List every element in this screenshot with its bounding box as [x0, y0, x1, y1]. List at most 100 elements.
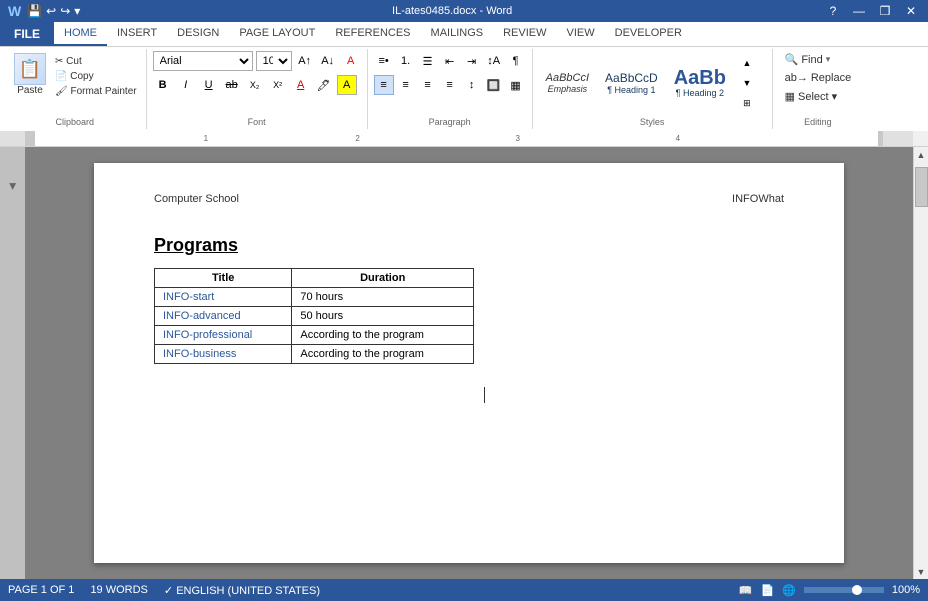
font-family-select[interactable]: Arial	[153, 51, 253, 71]
read-mode-btn[interactable]: 📖	[739, 584, 753, 597]
close-btn[interactable]: ✕	[902, 4, 920, 18]
bold-button[interactable]: B	[153, 75, 173, 95]
col-header-duration: Duration	[292, 269, 474, 288]
clear-format-btn[interactable]: A	[341, 51, 361, 71]
minimize-btn[interactable]: —	[850, 4, 868, 18]
increase-indent-btn[interactable]: ⇥	[462, 51, 482, 71]
tab-design[interactable]: DESIGN	[167, 22, 229, 46]
tab-view[interactable]: VIEW	[557, 22, 605, 46]
font-size-select[interactable]: 10	[256, 51, 292, 71]
tab-page-layout[interactable]: PAGE LAYOUT	[229, 22, 325, 46]
format-painter-button[interactable]: 🖌 Format Painter	[52, 85, 140, 98]
table-cell-duration: 50 hours	[292, 307, 474, 326]
program-link[interactable]: INFO-start	[163, 291, 214, 303]
document-area: ◀ Computer School INFOWhat Programs Titl…	[0, 147, 928, 579]
scroll-up-btn[interactable]: ▲	[914, 147, 928, 162]
table-cell-title: INFO-advanced	[155, 307, 292, 326]
style-heading2[interactable]: AaBb ¶ Heading 2	[667, 63, 733, 103]
font-label: Font	[153, 115, 361, 127]
table-cell-duration: According to the program	[292, 326, 474, 345]
decrease-font-btn[interactable]: A↓	[318, 51, 338, 71]
align-left-btn[interactable]: ≡	[374, 75, 394, 95]
table-cell-duration: 70 hours	[292, 288, 474, 307]
undo-qat-btn[interactable]: ↩	[46, 4, 56, 18]
tab-references[interactable]: REFERENCES	[325, 22, 420, 46]
styles-scroll-down-btn[interactable]: ▼	[737, 73, 757, 93]
increase-font-btn[interactable]: A↑	[295, 51, 315, 71]
shading-btn[interactable]: A	[337, 75, 357, 95]
borders-btn[interactable]: ▦	[506, 75, 526, 95]
find-icon: 🔍	[785, 53, 799, 66]
align-center-btn[interactable]: ≡	[396, 75, 416, 95]
redo-qat-btn[interactable]: ↪	[60, 4, 70, 18]
table-row: INFO-businessAccording to the program	[155, 345, 474, 364]
justify-btn[interactable]: ≡	[440, 75, 460, 95]
underline-button[interactable]: U	[199, 75, 219, 95]
ruler: 1 2 3 4	[0, 131, 928, 147]
left-margin-indicator: ◀	[7, 183, 18, 190]
paragraph-label: Paragraph	[374, 115, 526, 127]
paste-button[interactable]: 📋 Paste	[10, 51, 50, 98]
restore-btn[interactable]: ❒	[876, 4, 894, 18]
highlight-btn[interactable]: 🖊	[314, 75, 334, 95]
language-indicator[interactable]: ✓ ENGLISH (UNITED STATES)	[164, 584, 320, 597]
line-spacing-btn[interactable]: ↕	[462, 75, 482, 95]
replace-button[interactable]: ab→ Replace	[779, 70, 858, 86]
zoom-slider[interactable]	[804, 587, 884, 593]
ruler-right-margin	[883, 131, 913, 146]
document-scroll[interactable]: Computer School INFOWhat Programs Title …	[25, 147, 913, 579]
tab-mailings[interactable]: MAILINGS	[421, 22, 494, 46]
paste-label: Paste	[17, 85, 43, 96]
show-marks-btn[interactable]: ¶	[506, 51, 526, 71]
bullets-btn[interactable]: ≡•	[374, 51, 394, 71]
table-header-row: Title Duration	[155, 269, 474, 288]
select-button[interactable]: ▦ Select ▾	[779, 88, 844, 105]
tab-file[interactable]: FILE	[0, 22, 54, 46]
title-bar-controls: ? — ❒ ✕	[824, 4, 920, 18]
ribbon-tabs: FILE HOME INSERT DESIGN PAGE LAYOUT REFE…	[0, 22, 928, 46]
help-btn[interactable]: ?	[824, 4, 842, 18]
sort-btn[interactable]: ↕A	[484, 51, 504, 71]
font-color-btn[interactable]: A	[291, 75, 311, 95]
program-link[interactable]: INFO-advanced	[163, 310, 241, 322]
superscript-button[interactable]: X²	[268, 75, 288, 95]
find-button[interactable]: 🔍 Find ▾	[779, 51, 837, 68]
vertical-scrollbar[interactable]: ▲ ▼	[913, 147, 928, 579]
scroll-down-btn[interactable]: ▼	[914, 564, 928, 579]
styles-group: AaBbCcI Emphasis AaBbCcD ¶ Heading 1 AaB…	[533, 49, 773, 129]
tab-home[interactable]: HOME	[54, 22, 107, 46]
status-left: PAGE 1 OF 1 19 WORDS ✓ ENGLISH (UNITED S…	[8, 584, 320, 597]
programs-table: Title Duration INFO-start 70 hours INFO-ad…	[154, 268, 474, 364]
copy-button[interactable]: 📄 Copy	[52, 70, 140, 83]
styles-expand-btn[interactable]: ⊞	[737, 93, 757, 113]
scroll-track[interactable]	[914, 162, 928, 564]
tab-insert[interactable]: INSERT	[107, 22, 167, 46]
table-cell-title: INFO-business	[155, 345, 292, 364]
scroll-thumb[interactable]	[915, 167, 928, 207]
decrease-indent-btn[interactable]: ⇤	[440, 51, 460, 71]
italic-button[interactable]: I	[176, 75, 196, 95]
save-qat-btn[interactable]: 💾	[27, 4, 42, 18]
subscript-button[interactable]: X₂	[245, 75, 265, 95]
zoom-thumb[interactable]	[852, 585, 862, 595]
table-cell-title: INFO-professional	[155, 326, 292, 345]
check-icon: ✓	[164, 585, 173, 597]
program-link[interactable]: INFO-professional	[163, 329, 252, 341]
numbering-btn[interactable]: 1.	[396, 51, 416, 71]
tab-review[interactable]: REVIEW	[493, 22, 556, 46]
shading-para-btn[interactable]: 🔲	[484, 75, 504, 95]
tab-developer[interactable]: DEVELOPER	[605, 22, 692, 46]
multilevel-btn[interactable]: ☰	[418, 51, 438, 71]
styles-scroll-up-btn[interactable]: ▲	[737, 53, 757, 73]
style-heading1[interactable]: AaBbCcD ¶ Heading 1	[598, 66, 665, 100]
style-emphasis[interactable]: AaBbCcI Emphasis	[539, 67, 596, 99]
cut-button[interactable]: ✂ Cut	[52, 55, 140, 68]
program-link[interactable]: INFO-business	[163, 348, 236, 360]
zoom-level: 100%	[892, 584, 920, 596]
align-right-btn[interactable]: ≡	[418, 75, 438, 95]
web-layout-btn[interactable]: 🌐	[782, 584, 796, 597]
editing-label: Editing	[779, 115, 858, 127]
print-layout-btn[interactable]: 📄	[760, 584, 774, 597]
para-row2: ≡ ≡ ≡ ≡ ↕ 🔲 ▦	[374, 75, 526, 95]
strikethrough-button[interactable]: ab	[222, 75, 242, 95]
